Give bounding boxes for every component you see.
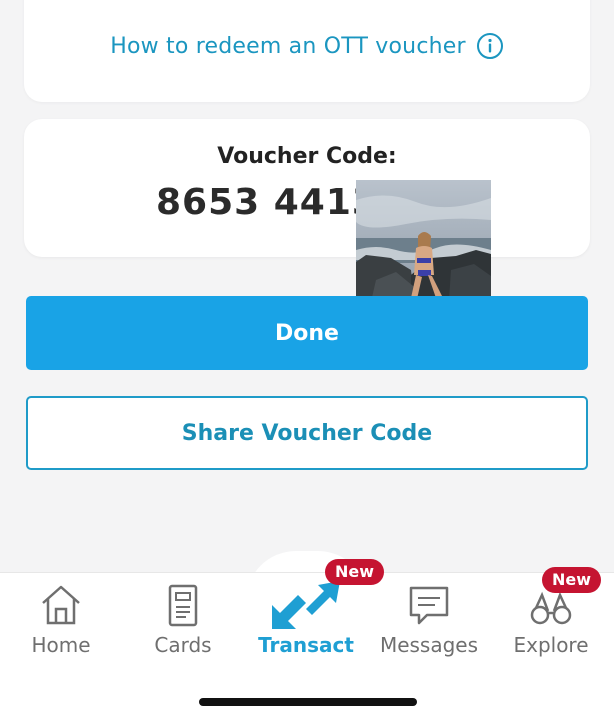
redeem-voucher-link[interactable]: How to redeem an OTT voucher (24, 32, 590, 60)
share-voucher-code-button[interactable]: Share Voucher Code (26, 396, 588, 470)
voucher-code-label: Voucher Code: (217, 144, 397, 169)
explore-new-badge: New (542, 567, 602, 593)
tab-transact-label: Transact (258, 633, 354, 657)
tab-transact[interactable]: Transact (245, 573, 367, 683)
cards-icon (168, 584, 198, 627)
done-button[interactable]: Done (26, 296, 588, 370)
tab-home[interactable]: Home (0, 573, 122, 683)
tab-cards[interactable]: Cards (122, 573, 244, 683)
tab-explore-label: Explore (513, 633, 589, 657)
tab-messages-label: Messages (379, 633, 479, 657)
home-icon (42, 585, 80, 625)
beach-photo-image (356, 180, 491, 315)
redeem-info-card: How to redeem an OTT voucher (24, 0, 590, 102)
tab-cards-label: Cards (154, 633, 212, 657)
tab-messages[interactable]: Messages (368, 573, 490, 683)
redeem-link-text: How to redeem an OTT voucher (110, 33, 466, 59)
info-icon[interactable] (476, 32, 504, 60)
voucher-code-value: 8653 4413 (156, 182, 378, 223)
messages-icon (409, 586, 449, 625)
voucher-code-card: Voucher Code: 8653 4413 (24, 119, 590, 257)
transact-icon (272, 581, 340, 629)
tab-home-label: Home (31, 633, 91, 657)
beach-photo (356, 180, 491, 315)
home-indicator-bar (199, 698, 417, 706)
